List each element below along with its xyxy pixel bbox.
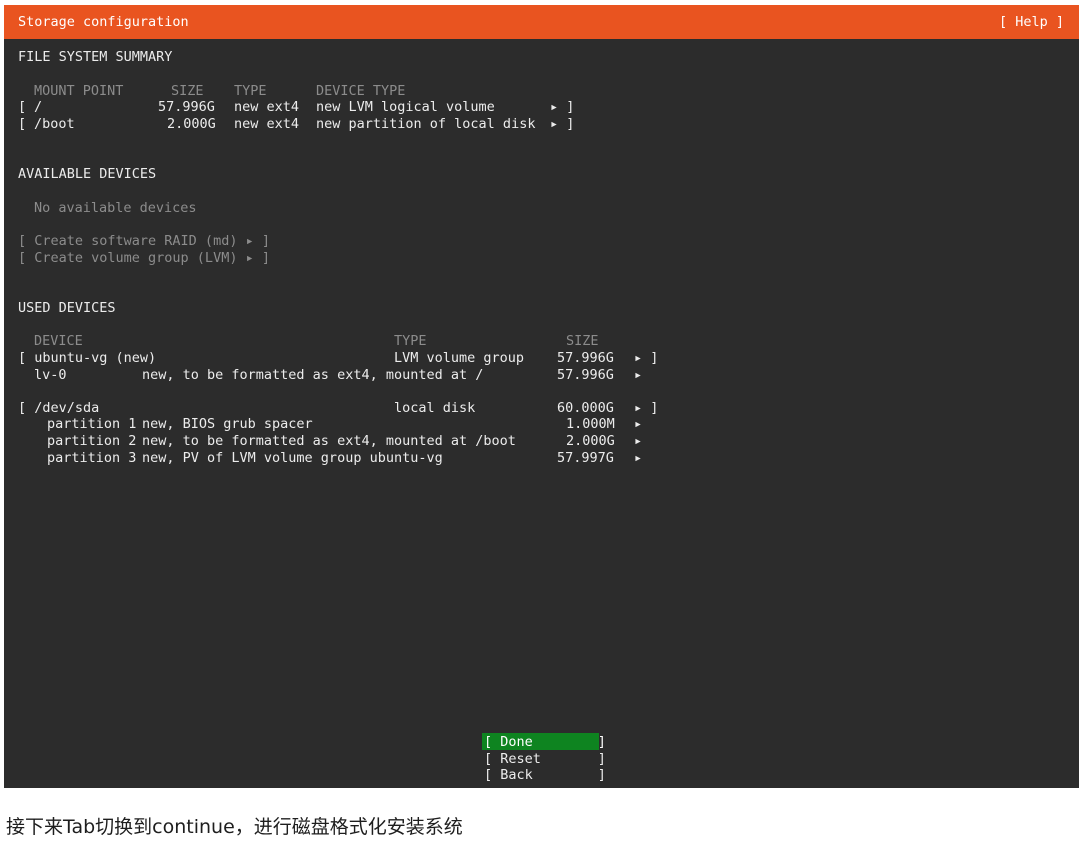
mount-point: /boot <box>34 116 75 132</box>
device-size: 57.996G <box>557 367 614 383</box>
available-devices-heading: AVAILABLE DEVICES <box>18 166 157 182</box>
device-name: lv-0 <box>34 367 67 383</box>
row-menu-arrow-icon[interactable]: ▸ ] <box>634 400 658 416</box>
help-button[interactable]: [ Help ] <box>999 14 1064 30</box>
back-button[interactable]: [ Back ] <box>484 767 606 783</box>
device-size: 2.000G <box>566 433 615 449</box>
device-name: partition 2 <box>47 433 137 449</box>
device-desc: new, BIOS grub spacer <box>142 416 313 432</box>
mount-point: / <box>34 99 43 115</box>
size: 57.996G <box>158 99 215 115</box>
col-type: TYPE <box>234 83 267 99</box>
col-device-type: DEVICE TYPE <box>316 83 406 99</box>
no-devices-text: No available devices <box>34 200 197 216</box>
installer-screen: Storage configuration [ Help ] FILE SYST… <box>4 5 1079 788</box>
done-button[interactable]: [ Done ] <box>484 734 606 750</box>
device-type: new partition of local disk <box>316 116 536 132</box>
col-size: SIZE <box>566 333 599 349</box>
title-bar: Storage configuration [ Help ] <box>4 5 1079 39</box>
device-size: 57.997G <box>557 450 614 466</box>
create-lvm-button[interactable]: [ Create volume group (LVM) ▸ ] <box>18 250 270 266</box>
col-device: DEVICE <box>34 333 83 349</box>
device-desc: new, PV of LVM volume group ubuntu-vg <box>142 450 443 466</box>
row-menu-arrow-icon[interactable]: ▸ <box>634 416 642 432</box>
row-bracket: [ <box>18 116 27 132</box>
caption-text: 接下来Tab切换到continue，进行磁盘格式化安装系统 <box>6 816 463 838</box>
row-menu-arrow-icon[interactable]: ▸ <box>634 367 642 383</box>
device-desc: new, to be formatted as ext4, mounted at… <box>142 433 516 449</box>
col-mount-point: MOUNT POINT <box>34 83 124 99</box>
row-menu-arrow-icon[interactable]: ▸ ] <box>550 99 574 115</box>
col-type: TYPE <box>394 333 427 349</box>
device-desc: new, to be formatted as ext4, mounted at… <box>142 367 484 383</box>
device-label: [ /dev/sda <box>18 400 100 416</box>
row-menu-arrow-icon[interactable]: ▸ <box>634 450 642 466</box>
row-menu-arrow-icon[interactable]: ▸ <box>634 433 642 449</box>
fs-summary-heading: FILE SYSTEM SUMMARY <box>18 49 173 65</box>
window-title: Storage configuration <box>18 14 189 30</box>
device-name: partition 3 <box>47 450 137 466</box>
device-size: 1.000M <box>566 416 615 432</box>
device-size: 57.996G <box>557 350 614 366</box>
reset-button[interactable]: [ Reset ] <box>484 751 606 767</box>
device-type: new LVM logical volume <box>316 99 495 115</box>
size: 2.000G <box>167 116 216 132</box>
row-bracket: [ <box>18 99 27 115</box>
device-size: 60.000G <box>557 400 614 416</box>
row-menu-arrow-icon[interactable]: ▸ ] <box>634 350 658 366</box>
device-name: partition 1 <box>47 416 137 432</box>
device-type: LVM volume group <box>394 350 525 366</box>
create-raid-button[interactable]: [ Create software RAID (md) ▸ ] <box>18 233 270 249</box>
device-type: local disk <box>394 400 476 416</box>
row-menu-arrow-icon[interactable]: ▸ ] <box>550 116 574 132</box>
fs-type: new ext4 <box>234 99 300 115</box>
used-devices-heading: USED DEVICES <box>18 300 116 316</box>
device-label: [ ubuntu-vg (new) <box>18 350 157 366</box>
col-size: SIZE <box>171 83 204 99</box>
fs-type: new ext4 <box>234 116 300 132</box>
